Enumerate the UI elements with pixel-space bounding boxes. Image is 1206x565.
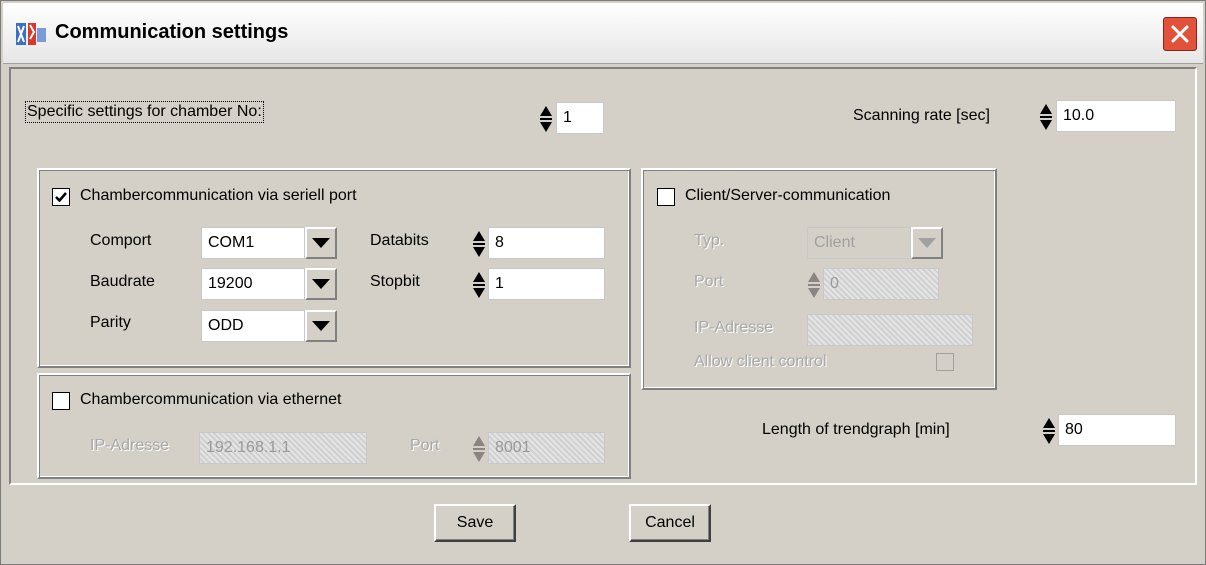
parity-dropdown-button[interactable] bbox=[305, 310, 337, 342]
close-button[interactable] bbox=[1163, 17, 1197, 51]
databits-spinner[interactable] bbox=[471, 228, 487, 260]
typ-dropdown-button[interactable] bbox=[911, 227, 943, 259]
client-server-checkbox[interactable] bbox=[657, 188, 675, 206]
typ-value: Client bbox=[807, 227, 911, 259]
parity-select[interactable]: ODD bbox=[201, 310, 337, 342]
chamber-number-label: Specific settings for chamber No: bbox=[25, 101, 264, 123]
comport-label: Comport bbox=[90, 232, 152, 249]
ethernet-port-label: Port bbox=[410, 437, 440, 454]
baudrate-select[interactable]: 19200 bbox=[201, 268, 337, 300]
scanning-rate-spinner[interactable] bbox=[1038, 101, 1054, 133]
databits-input[interactable]: 8 bbox=[488, 227, 605, 259]
ethernet-port-input[interactable]: 8001 bbox=[488, 432, 605, 464]
ethernet-port-spinner[interactable] bbox=[471, 433, 487, 465]
trendgraph-length-spinner[interactable] bbox=[1041, 415, 1057, 447]
chevron-down-icon bbox=[312, 238, 330, 248]
client-ip-input[interactable] bbox=[807, 314, 973, 346]
chamber-number-spinner[interactable] bbox=[538, 103, 554, 135]
allow-client-control-label: Allow client control bbox=[694, 353, 827, 370]
parity-value: ODD bbox=[201, 310, 305, 342]
close-icon bbox=[1171, 25, 1189, 43]
databits-label: Databits bbox=[370, 232, 429, 249]
chevron-down-icon bbox=[918, 238, 936, 248]
client-port-input[interactable]: 0 bbox=[823, 268, 939, 300]
communication-settings-dialog: Communication settings Specific settings… bbox=[0, 0, 1206, 565]
ethernet-ip-label: IP-Adresse bbox=[90, 437, 170, 454]
typ-label: Typ. bbox=[694, 232, 725, 249]
client-ip-label: IP-Adresse bbox=[694, 319, 774, 336]
chevron-down-icon bbox=[312, 321, 330, 331]
comport-dropdown-button[interactable] bbox=[305, 227, 337, 259]
client-port-spinner[interactable] bbox=[806, 269, 822, 301]
ethernet-label: Chambercommunication via ethernet bbox=[80, 391, 342, 408]
serial-port-checkbox[interactable] bbox=[52, 188, 70, 206]
baudrate-dropdown-button[interactable] bbox=[305, 268, 337, 300]
allow-client-control-checkbox[interactable] bbox=[936, 353, 954, 371]
parity-label: Parity bbox=[90, 314, 131, 331]
cancel-button[interactable]: Cancel bbox=[629, 504, 711, 542]
scanning-rate-label: Scanning rate [sec] bbox=[853, 107, 990, 124]
stopbit-label: Stopbit bbox=[370, 273, 420, 290]
dialog-title: Communication settings bbox=[55, 21, 289, 43]
baudrate-value: 19200 bbox=[201, 268, 305, 300]
client-port-label: Port bbox=[694, 273, 724, 290]
checkmark-icon bbox=[55, 192, 67, 203]
stopbit-spinner[interactable] bbox=[471, 269, 487, 301]
trendgraph-length-label: Length of trendgraph [min] bbox=[762, 421, 950, 438]
baudrate-label: Baudrate bbox=[90, 273, 155, 290]
stopbit-input[interactable]: 1 bbox=[488, 268, 605, 300]
typ-select[interactable]: Client bbox=[807, 227, 943, 259]
comport-value: COM1 bbox=[201, 227, 305, 259]
scanning-rate-input[interactable]: 10.0 bbox=[1056, 100, 1176, 132]
ethernet-checkbox[interactable] bbox=[52, 392, 70, 410]
client-server-label: Client/Server-communication bbox=[685, 187, 891, 204]
trendgraph-length-input[interactable]: 80 bbox=[1058, 414, 1176, 446]
chamber-number-input[interactable]: 1 bbox=[556, 102, 604, 134]
title-bar: Communication settings bbox=[3, 3, 1203, 64]
serial-port-label: Chambercommunication via seriell port bbox=[80, 187, 357, 204]
app-icon bbox=[16, 23, 46, 45]
save-button[interactable]: Save bbox=[434, 504, 516, 542]
ethernet-ip-input[interactable]: 192.168.1.1 bbox=[199, 432, 367, 464]
chevron-down-icon bbox=[312, 279, 330, 289]
comport-select[interactable]: COM1 bbox=[201, 227, 337, 259]
